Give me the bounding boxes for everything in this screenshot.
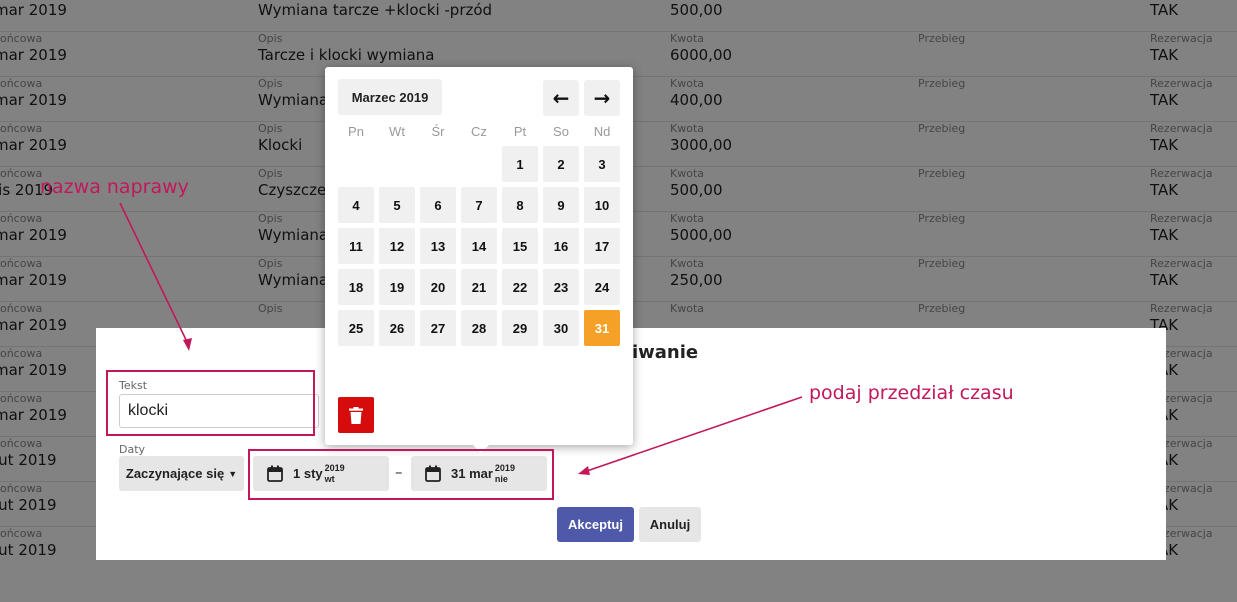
calendar-day[interactable]: 22 [502,269,538,305]
calendar-day[interactable]: 24 [584,269,620,305]
calendar-day[interactable]: 13 [420,228,456,264]
weekday-label: Wt [389,124,405,139]
weekday-label: Nd [593,124,611,139]
calendar-day[interactable]: 6 [420,187,456,223]
date-range-highlight [248,449,554,500]
caret-down-icon: ▼ [228,468,238,479]
calendar-day[interactable]: 5 [379,187,415,223]
calendar-day[interactable]: 17 [584,228,620,264]
weekday-header: Pn Wt Śr Cz Pt So Nd [338,124,620,140]
calendar-day[interactable]: 28 [461,310,497,346]
calendar-day[interactable]: 19 [379,269,415,305]
calendar-day[interactable]: 16 [543,228,579,264]
date-mode-label: Zaczynające się [125,466,225,481]
calendar-day[interactable]: 26 [379,310,415,346]
dates-label: Daty [119,443,146,456]
accept-button[interactable]: Akceptuj [557,507,634,542]
calendar-day[interactable]: 27 [420,310,456,346]
calendar-day[interactable]: 14 [461,228,497,264]
calendar-day-selected[interactable]: 31 [584,310,620,346]
calendar-day[interactable]: 3 [584,146,620,182]
date-mode-dropdown[interactable]: Zaczynające się ▼ [119,456,244,491]
calendar-day[interactable]: 25 [338,310,374,346]
weekday-label: Śr [431,124,445,139]
calendar-day[interactable]: 1 [502,146,538,182]
text-field-highlight [106,370,315,436]
calendar-day[interactable]: 30 [543,310,579,346]
calendar-day[interactable]: 11 [338,228,374,264]
calendar-month-button[interactable]: Marzec 2019 [338,79,442,115]
prev-month-button[interactable]: ← [543,80,579,116]
calendar-day[interactable]: 12 [379,228,415,264]
annotation-date-range: podaj przedział czasu [809,382,1014,404]
calendar-day[interactable]: 23 [543,269,579,305]
weekday-label: Pt [513,124,527,139]
cancel-button[interactable]: Anuluj [639,507,701,542]
calendar-day[interactable]: 4 [338,187,374,223]
calendar-day[interactable]: 20 [420,269,456,305]
calendar-day[interactable]: 7 [461,187,497,223]
calendar-day[interactable]: 15 [502,228,538,264]
next-month-button[interactable]: → [584,80,620,116]
calendar-day[interactable]: 29 [502,310,538,346]
calendar-day[interactable]: 9 [543,187,579,223]
weekday-label: So [553,124,569,139]
weekday-label: Cz [471,124,487,139]
weekday-label: Pn [348,124,364,139]
calendar-day[interactable]: 8 [502,187,538,223]
trash-icon [349,406,363,424]
clear-date-button[interactable] [338,397,374,433]
calendar-day[interactable]: 18 [338,269,374,305]
calendar-day[interactable]: 10 [584,187,620,223]
calendar-day[interactable]: 21 [461,269,497,305]
calendar-day[interactable]: 2 [543,146,579,182]
annotation-repair-name: nazwa naprawy [40,176,189,198]
